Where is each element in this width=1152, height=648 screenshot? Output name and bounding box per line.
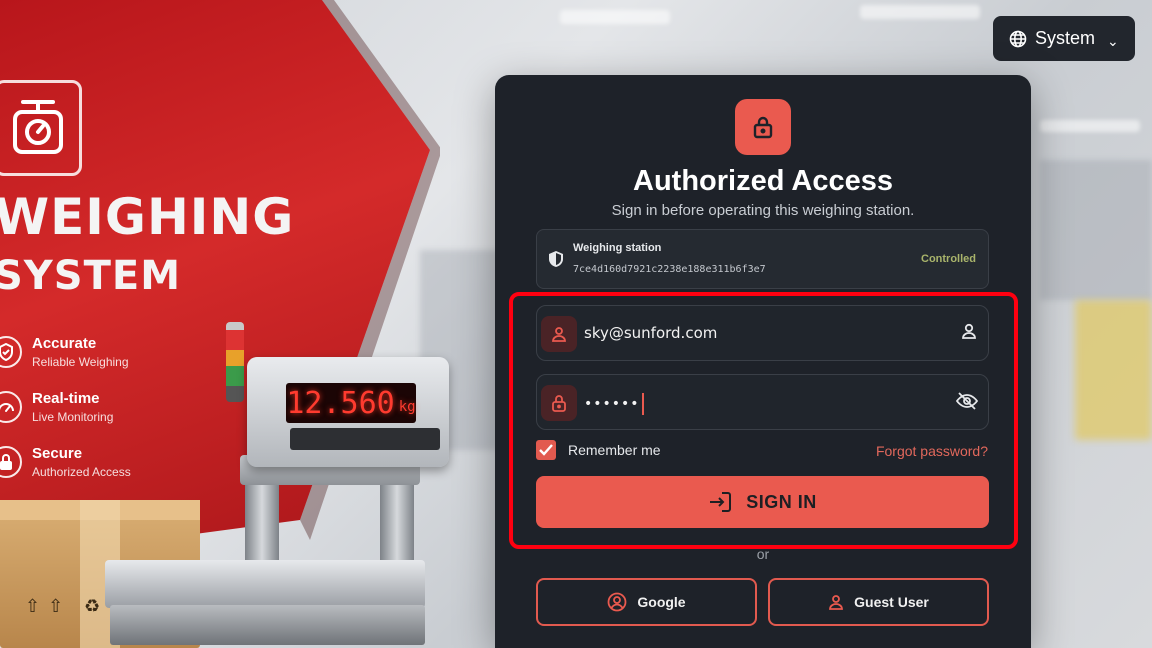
promo-title: WEIGHING SYSTEM — [0, 192, 294, 296]
feature-subtitle: Reliable Weighing — [32, 355, 129, 369]
feature-subtitle: Live Monitoring — [32, 410, 114, 424]
google-sign-in-button[interactable]: Google — [536, 578, 757, 626]
language-label: System — [1035, 28, 1096, 48]
sign-in-button[interactable]: SIGN IN — [536, 476, 989, 528]
password-masked: •••••• — [584, 396, 640, 412]
gauge-icon — [0, 391, 22, 423]
remember-me-label: Remember me — [568, 442, 661, 458]
feature-secure: Secure Authorized Access — [0, 445, 131, 479]
or-divider: or — [756, 546, 770, 562]
forgot-password-link[interactable]: Forgot password? — [876, 443, 988, 459]
promo-title-line2: SYSTEM — [0, 253, 181, 299]
user-icon — [541, 316, 577, 352]
signal-tower-lamp — [226, 322, 244, 402]
lock-icon — [735, 99, 791, 155]
account-icon — [960, 322, 978, 345]
eye-off-icon[interactable] — [955, 391, 979, 416]
promo-title-line1: WEIGHING — [0, 188, 295, 246]
password-field[interactable]: •••••• — [536, 374, 989, 430]
feature-title: Secure — [32, 445, 83, 462]
text-caret — [641, 393, 644, 415]
chevron-down-icon: ⌄ — [1107, 33, 1119, 49]
shield-check-icon — [0, 336, 22, 368]
feature-realtime: Real-time Live Monitoring — [0, 390, 113, 424]
remember-me[interactable]: Remember me — [536, 440, 661, 460]
station-info: Weighing station 7ce4d160d7921c2238e188e… — [536, 229, 989, 289]
package-symbols-icon: ⇧⇧ ♻ — [25, 596, 109, 616]
lock-icon — [541, 385, 577, 421]
feature-title: Real-time — [32, 390, 100, 407]
station-id: 7ce4d160d7921c2238e188e311b6f3e7 — [573, 264, 766, 275]
indicator-keypad — [290, 428, 440, 450]
ceiling-light — [560, 10, 670, 24]
user-icon — [829, 595, 844, 610]
scale-platform — [105, 560, 425, 608]
forklift — [1075, 300, 1152, 440]
globe-icon — [1009, 30, 1027, 47]
email-value: sky@sunford.com — [584, 324, 718, 342]
scale-logo-icon — [0, 80, 82, 176]
remember-me-checkbox[interactable] — [536, 440, 556, 460]
feature-subtitle: Authorized Access — [32, 465, 131, 479]
email-field[interactable]: sky@sunford.com — [536, 305, 989, 361]
weight-display: 12.560 kg — [286, 383, 416, 423]
weight-display-unit: kg — [398, 399, 416, 415]
feature-title: Accurate — [32, 335, 97, 352]
login-subtitle: Sign in before operating this weighing s… — [611, 202, 915, 219]
password-value: •••••• — [584, 393, 644, 415]
weight-display-value: 12.560 — [286, 385, 395, 421]
sign-in-label: SIGN IN — [746, 491, 817, 512]
ceiling-light — [860, 5, 980, 19]
lock-icon — [0, 446, 22, 478]
warehouse-shelf — [1040, 160, 1152, 300]
language-selector[interactable]: System ⌄ — [993, 16, 1135, 61]
login-card: Authorized Access Sign in before operati… — [495, 75, 1031, 648]
google-label: Google — [637, 594, 686, 610]
feature-accurate: Accurate Reliable Weighing — [0, 335, 129, 369]
ceiling-light — [1040, 120, 1140, 132]
scale-base — [110, 605, 425, 645]
guest-user-button[interactable]: Guest User — [768, 578, 989, 626]
station-label: Weighing station — [573, 242, 662, 254]
login-title: Authorized Access — [633, 165, 893, 197]
google-account-icon — [607, 592, 627, 612]
login-arrow-icon — [710, 492, 732, 512]
station-status-badge: Controlled — [921, 253, 976, 265]
shield-icon — [549, 251, 563, 272]
guest-label: Guest User — [854, 594, 929, 610]
